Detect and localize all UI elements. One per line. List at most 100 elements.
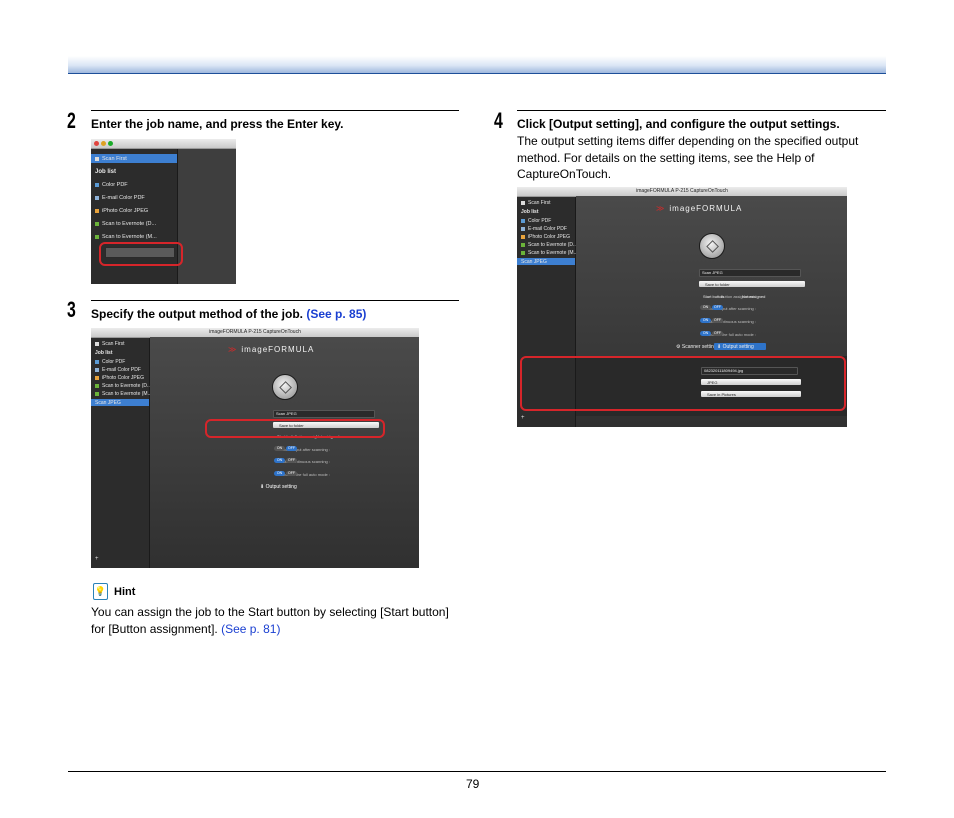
- sidebar-item[interactable]: Color PDF: [521, 218, 551, 224]
- evernote-icon: [521, 250, 525, 255]
- continuous-label: Enable continuous scanning :: [703, 319, 756, 324]
- sidebar-item[interactable]: Scan to Evernote (M...: [521, 250, 578, 256]
- scanner-setting-button[interactable]: ⚙ Scanner setting: [676, 344, 717, 350]
- imageformula-logo: ≫ imageFORMULA: [228, 345, 315, 354]
- check-output-on[interactable]: ON: [700, 305, 711, 310]
- header-bar: [68, 56, 886, 74]
- sidebar-item-new-job[interactable]: Scan JPEG: [521, 259, 547, 265]
- check-output-label: Check output after scanning :: [277, 447, 330, 452]
- full-auto-label: Scan in the full auto mode :: [707, 332, 756, 337]
- full-auto-label: Scan in the full auto mode :: [281, 472, 330, 477]
- check-output-off[interactable]: OFF: [712, 305, 723, 310]
- continuous-on[interactable]: ON: [700, 318, 711, 323]
- start-button-radio[interactable]: Start button: [703, 294, 724, 299]
- add-icon[interactable]: +: [95, 556, 99, 562]
- step-4-title: Click [Output setting], and configure th…: [517, 117, 840, 131]
- step-2-number: 2: [67, 108, 76, 133]
- hint-text: You can assign the job to the Start butt…: [91, 604, 451, 637]
- full-auto-on[interactable]: ON: [700, 331, 711, 336]
- hint-title: Hint: [114, 586, 136, 598]
- content-area: [178, 149, 236, 284]
- sidebar-item[interactable]: Color PDF: [95, 182, 128, 188]
- folder-icon: [95, 359, 99, 364]
- step-2-title: Enter the job name, and press the Enter …: [91, 117, 344, 131]
- output-setting-tab[interactable]: ⬇ Output setting: [714, 343, 766, 350]
- output-method-value: Save to folder: [705, 281, 730, 287]
- see-page-link[interactable]: (See p. 81): [221, 622, 280, 636]
- step-3-screenshot: imageFORMULA P-215 CaptureOnTouch Scan F…: [91, 328, 419, 568]
- job-sidebar: Scan First Job list Color PDF E-mail Col…: [91, 338, 152, 568]
- window-titlebar: [91, 139, 236, 149]
- evernote-icon: [521, 242, 525, 247]
- continuous-label: Enable continuous scanning :: [277, 459, 330, 464]
- step-4-rule: [517, 110, 886, 111]
- sidebar-item[interactable]: iPhoto Color JPEG: [95, 208, 148, 214]
- sidebar-item-scan-first[interactable]: Scan First: [95, 156, 127, 162]
- mail-icon: [95, 367, 99, 372]
- document-icon: [95, 156, 99, 161]
- imageformula-logo: ≫ imageFORMULA: [656, 204, 743, 213]
- sidebar-item[interactable]: Scan to Evernote (D...: [95, 221, 156, 227]
- folder-icon: [521, 218, 525, 223]
- job-title-value: Scan JPEG: [702, 270, 723, 275]
- see-page-link[interactable]: (See p. 85): [306, 307, 366, 321]
- job-list-header: Job list: [95, 350, 113, 356]
- check-output-label: Check output after scanning :: [703, 306, 756, 311]
- scan-start-button[interactable]: [272, 374, 298, 400]
- check-output-off[interactable]: OFF: [286, 446, 297, 451]
- job-list-header: Job list: [521, 209, 539, 215]
- mail-icon: [521, 226, 525, 231]
- sidebar-item[interactable]: Scan to Evernote (M...: [95, 391, 152, 397]
- window-title: imageFORMULA P-215 CaptureOnTouch: [209, 329, 301, 335]
- folder-icon: [95, 182, 99, 187]
- document-icon: [521, 200, 525, 205]
- sidebar-item-new-job[interactable]: Scan JPEG: [95, 400, 121, 406]
- check-output-on[interactable]: ON: [274, 446, 285, 451]
- sidebar-item[interactable]: Scan to Evernote (M...: [95, 234, 157, 240]
- page-number: 79: [466, 777, 480, 791]
- sidebar-item[interactable]: Color PDF: [95, 359, 125, 365]
- sidebar-item-scan-first[interactable]: Scan First: [521, 200, 551, 206]
- evernote-icon: [95, 234, 99, 239]
- zoom-dot-icon[interactable]: [108, 141, 113, 146]
- not-assigned-radio[interactable]: Not assigned: [742, 294, 765, 299]
- step-3-number: 3: [67, 297, 76, 322]
- step-4-number: 4: [494, 108, 503, 133]
- footer-rule: [68, 771, 886, 772]
- output-method-select[interactable]: Save to folder: [699, 281, 805, 287]
- add-icon[interactable]: +: [521, 415, 525, 421]
- full-auto-on[interactable]: ON: [274, 471, 285, 476]
- step-3-rule: [91, 300, 459, 301]
- step-4-body: The output setting items differ dependin…: [517, 134, 859, 181]
- evernote-icon: [95, 383, 99, 388]
- iphoto-icon: [95, 208, 99, 213]
- minimize-dot-icon[interactable]: [101, 141, 106, 146]
- sidebar-item[interactable]: Scan to Evernote (D...: [521, 242, 577, 248]
- continuous-off[interactable]: OFF: [712, 318, 723, 323]
- job-title-value: Scan JPEG: [276, 411, 297, 416]
- close-dot-icon[interactable]: [94, 141, 99, 146]
- scan-start-button[interactable]: [699, 233, 725, 259]
- sidebar-item[interactable]: E-mail Color PDF: [95, 195, 145, 201]
- full-auto-off[interactable]: OFF: [712, 331, 723, 336]
- sidebar-item[interactable]: Scan to Evernote (D...: [95, 383, 151, 389]
- sidebar-item[interactable]: E-mail Color PDF: [521, 226, 567, 232]
- job-title-input[interactable]: Scan JPEG: [273, 410, 375, 418]
- output-setting-button[interactable]: ⬇ Output setting: [260, 484, 297, 490]
- lightbulb-icon: 💡: [93, 583, 108, 600]
- step-3-title-text: Specify the output method of the job.: [91, 307, 303, 321]
- sidebar-item[interactable]: iPhoto Color JPEG: [521, 234, 570, 240]
- sidebar-item[interactable]: iPhoto Color JPEG: [95, 375, 144, 381]
- highlight-box: [205, 419, 385, 438]
- evernote-icon: [95, 391, 99, 396]
- iphoto-icon: [95, 375, 99, 380]
- button-assignment-label: Button assignment :: [720, 294, 756, 299]
- window-title: imageFORMULA P-215 CaptureOnTouch: [636, 188, 728, 194]
- job-title-input[interactable]: Scan JPEG: [699, 269, 801, 277]
- sidebar-item-scan-first[interactable]: Scan First: [95, 341, 125, 347]
- full-auto-off[interactable]: OFF: [286, 471, 297, 476]
- sidebar-item[interactable]: E-mail Color PDF: [95, 367, 141, 373]
- continuous-on[interactable]: ON: [274, 458, 285, 463]
- iphoto-icon: [521, 234, 525, 239]
- continuous-off[interactable]: OFF: [286, 458, 297, 463]
